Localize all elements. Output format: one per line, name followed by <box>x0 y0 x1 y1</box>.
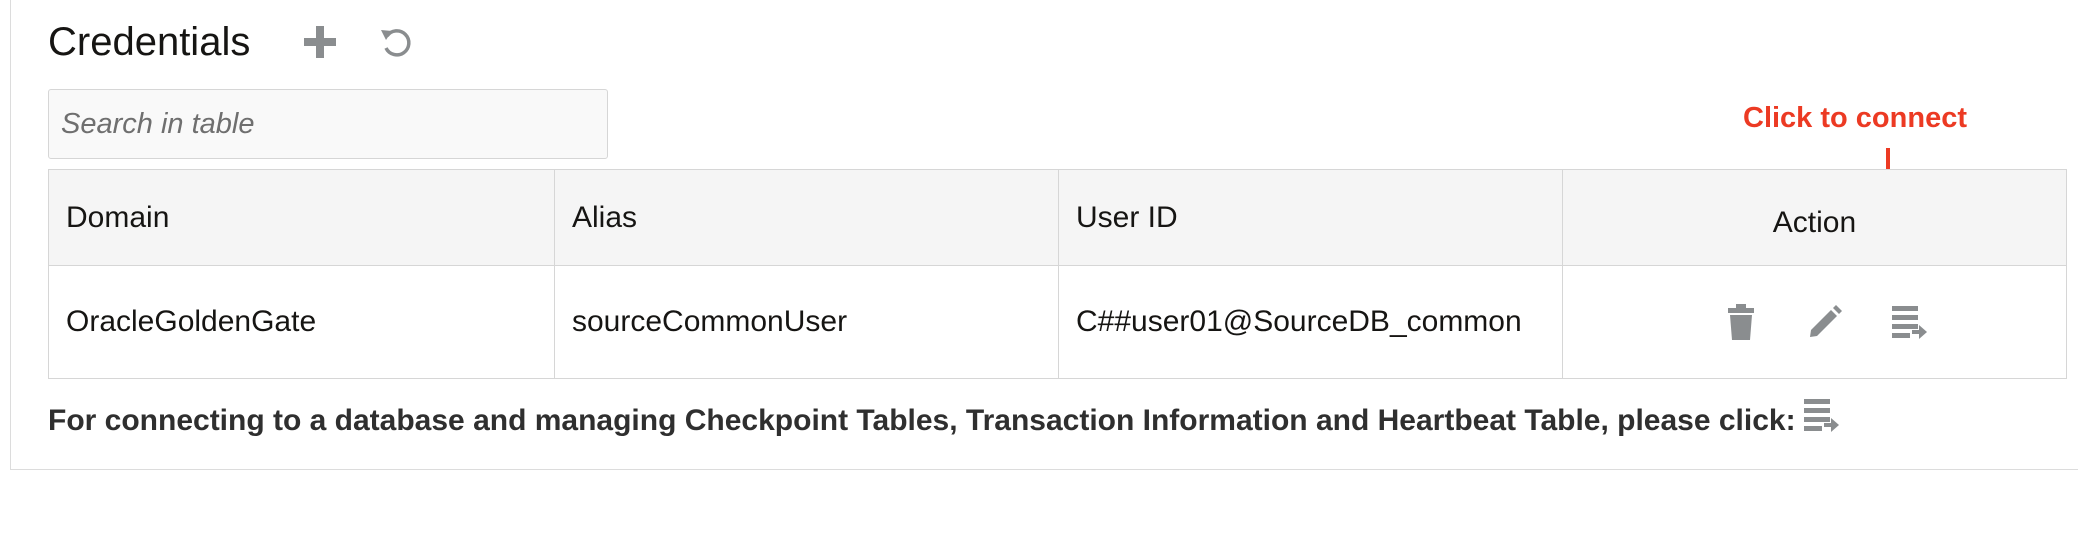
column-header-action: Action <box>1562 169 2067 266</box>
page-title: Credentials <box>48 19 251 64</box>
cell-user-id: C##user01@SourceDB_common <box>1058 265 1563 379</box>
trash-icon[interactable] <box>1720 301 1762 343</box>
connect-instructions: For connecting to a database and managin… <box>48 399 1840 438</box>
cell-actions <box>1562 265 2067 379</box>
search-input[interactable] <box>48 89 608 159</box>
refresh-icon[interactable] <box>374 20 418 64</box>
connect-db-icon[interactable] <box>1888 301 1930 343</box>
credentials-table: Domain Alias User ID Action OracleGolden… <box>48 169 2067 379</box>
click-to-connect-annotation: Click to connect <box>1743 102 1967 134</box>
plus-icon[interactable] <box>298 20 342 64</box>
column-header-user-id[interactable]: User ID <box>1058 169 1563 266</box>
cell-alias: sourceCommonUser <box>554 265 1059 379</box>
row-actions <box>1580 301 2049 343</box>
pencil-icon[interactable] <box>1804 301 1846 343</box>
panel-header: Credentials <box>48 14 450 70</box>
column-header-alias[interactable]: Alias <box>554 169 1059 266</box>
column-header-domain[interactable]: Domain <box>48 169 555 266</box>
credentials-panel: Credentials Click to connect <box>10 0 2078 470</box>
connect-instructions-text: For connecting to a database and managin… <box>48 404 1796 437</box>
table-row: OracleGoldenGate sourceCommonUser C##use… <box>48 265 2067 379</box>
cell-domain: OracleGoldenGate <box>48 265 555 379</box>
connect-db-icon <box>1802 397 1840 433</box>
table-header-row: Domain Alias User ID Action <box>48 169 2067 266</box>
